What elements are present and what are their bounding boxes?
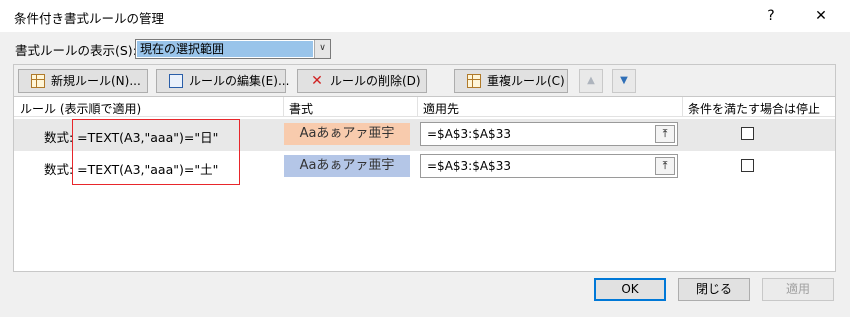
stop-if-true-checkbox[interactable]: [741, 159, 754, 172]
column-stop-if-true: 条件を満たす場合は停止: [688, 102, 821, 116]
title-bar: 条件付き書式ルールの管理 ? ✕: [0, 0, 850, 32]
format-preview: Aaあぁアァ亜宇: [284, 123, 410, 145]
applies-to-field[interactable]: =$A$3:$A$33 ⤒: [420, 154, 678, 178]
applies-to-field[interactable]: =$A$3:$A$33 ⤒: [420, 122, 678, 146]
edit-rule-button[interactable]: ルールの編集(E)...: [156, 69, 290, 93]
column-divider: [283, 97, 284, 117]
column-divider: [682, 97, 683, 117]
column-format: 書式: [289, 102, 314, 116]
chevron-down-icon[interactable]: ∨: [314, 40, 330, 58]
collapse-range-icon[interactable]: ⤒: [655, 125, 675, 143]
delete-x-icon: ✕: [311, 73, 323, 89]
rules-list-header: ルール (表示順で適用) 書式 適用先 条件を満たす場合は停止: [14, 97, 835, 117]
edit-rule-label: ルールの編集(E)...: [189, 74, 290, 88]
move-up-button[interactable]: ▲: [579, 69, 603, 93]
duplicate-rule-icon: [467, 74, 481, 88]
apply-button[interactable]: 適用: [762, 278, 834, 301]
rules-toolbar: 新規ルール(N)... ルールの編集(E)... ✕ ルールの削除(D) 重複ル…: [13, 64, 836, 96]
duplicate-rule-button[interactable]: 重複ルール(C): [454, 69, 568, 93]
column-rule: ルール (表示順で適用): [20, 102, 142, 116]
duplicate-rule-label: 重複ルール(C): [487, 74, 565, 88]
highlight-box: [72, 119, 240, 185]
close-button[interactable]: 閉じる: [678, 278, 750, 301]
show-rules-select[interactable]: 現在の選択範囲 ∨: [135, 39, 331, 59]
edit-rule-icon: [169, 74, 183, 88]
delete-rule-label: ルールの削除(D): [330, 74, 421, 88]
format-preview: Aaあぁアァ亜宇: [284, 155, 410, 177]
new-rule-icon: [31, 74, 45, 88]
delete-rule-button[interactable]: ✕ ルールの削除(D): [297, 69, 427, 93]
applies-to-value: =$A$3:$A$33: [427, 159, 511, 173]
show-rules-value: 現在の選択範囲: [137, 41, 313, 57]
new-rule-button[interactable]: 新規ルール(N)...: [18, 69, 148, 93]
applies-to-value: =$A$3:$A$33: [427, 127, 511, 141]
column-applies-to: 適用先: [423, 102, 460, 116]
show-rules-label: 書式ルールの表示(S):: [15, 43, 137, 58]
move-down-button[interactable]: ▼: [612, 69, 636, 93]
help-button[interactable]: ?: [756, 3, 786, 29]
close-icon[interactable]: ✕: [806, 3, 836, 29]
column-divider: [417, 97, 418, 117]
stop-if-true-checkbox[interactable]: [741, 127, 754, 140]
collapse-range-icon[interactable]: ⤒: [655, 157, 675, 175]
window-title: 条件付き書式ルールの管理: [14, 11, 165, 26]
ok-button[interactable]: OK: [594, 278, 666, 301]
new-rule-label: 新規ルール(N)...: [51, 74, 141, 88]
